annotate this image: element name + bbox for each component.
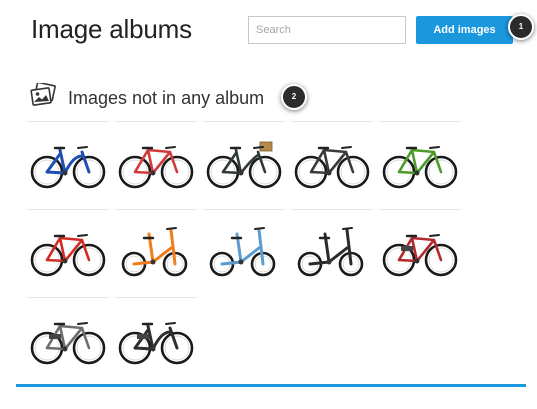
image-thumbnail[interactable] — [379, 209, 461, 289]
bicycle-image — [30, 234, 106, 277]
image-thumbnail[interactable] — [203, 121, 285, 201]
image-thumbnail[interactable] — [27, 121, 109, 201]
bicycle-image — [118, 146, 194, 189]
bicycle-image — [121, 227, 188, 277]
image-thumbnail[interactable] — [115, 297, 197, 377]
image-thumbnail[interactable] — [291, 209, 373, 289]
page-title: Image albums — [31, 14, 192, 44]
search-input[interactable] — [248, 16, 406, 44]
image-thumbnail[interactable] — [291, 121, 373, 201]
add-images-button[interactable]: Add images — [416, 16, 513, 44]
step-badge-2: 2 — [281, 84, 307, 110]
bicycle-image — [30, 322, 106, 365]
bicycle-image — [382, 146, 458, 189]
bicycle-image — [209, 227, 276, 277]
bicycle-image — [382, 234, 458, 277]
image-thumbnail[interactable] — [27, 297, 109, 377]
image-thumbnail[interactable] — [27, 209, 109, 289]
image-thumbnail[interactable] — [115, 121, 197, 201]
image-thumbnail[interactable] — [115, 209, 197, 289]
bicycle-image — [297, 227, 364, 277]
bicycle-image — [30, 146, 106, 189]
photos-icon — [30, 83, 56, 106]
section-title: Images not in any album — [68, 88, 265, 108]
step-badge-1: 1 — [508, 14, 534, 40]
bicycle-image — [294, 146, 370, 189]
bicycle-image — [206, 141, 282, 189]
image-thumbnail[interactable] — [203, 209, 285, 289]
bottom-divider — [16, 384, 526, 387]
bicycle-image — [118, 322, 194, 365]
image-thumbnail[interactable] — [379, 121, 461, 201]
